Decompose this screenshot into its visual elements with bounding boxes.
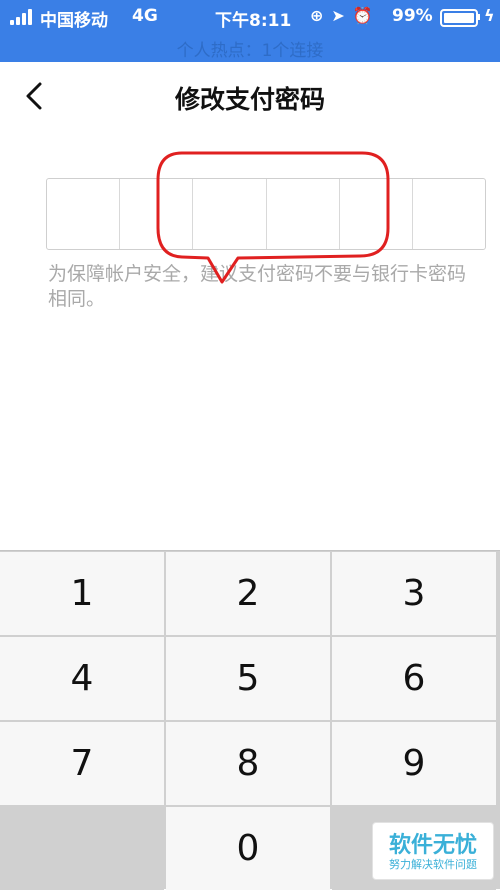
charging-bolt-icon: ϟ	[484, 6, 495, 25]
keypad-key[interactable]: 1	[0, 552, 164, 635]
keypad-key[interactable]: 4	[0, 637, 164, 720]
pin-digit-box[interactable]	[340, 179, 413, 249]
page-title: 修改支付密码	[174, 85, 325, 114]
signal-strength-icon	[10, 9, 34, 25]
status-row: 中国移动 4G 下午8:11 ⊕ ➤ ⏰ 99% ϟ	[0, 0, 500, 34]
network-type: 4G	[132, 6, 158, 26]
keypad-key[interactable]: 9	[332, 722, 496, 805]
pin-digit-box[interactable]	[120, 179, 194, 249]
nav-bar: 修改支付密码	[0, 62, 500, 132]
hotspot-banner[interactable]: 个人热点：1个连接	[0, 36, 500, 61]
pin-digit-box[interactable]	[47, 179, 121, 249]
keypad-blank	[0, 807, 164, 890]
status-bar: 中国移动 4G 下午8:11 ⊕ ➤ ⏰ 99% ϟ 个人热点：1个连接	[0, 0, 500, 62]
keypad-key[interactable]: 2	[166, 552, 330, 635]
pin-digit-box[interactable]	[267, 179, 340, 249]
battery-tip	[478, 14, 480, 20]
pin-digit-box[interactable]	[193, 179, 267, 249]
orientation-lock-icon: ⊕	[310, 6, 324, 25]
keypad-key[interactable]: 0	[166, 807, 330, 890]
status-time: 下午8:11	[215, 11, 292, 31]
watermark-title: 软件无忧	[388, 833, 477, 858]
keypad-key[interactable]: 3	[332, 552, 496, 635]
watermark-subtitle: 努力解决软件问题	[389, 858, 477, 871]
pin-input[interactable]	[46, 178, 486, 250]
password-hint: 为保障帐户安全，建议支付密码不要与银行卡密码相同。	[48, 263, 467, 310]
battery-icon	[440, 9, 478, 27]
keypad-key[interactable]: 7	[0, 722, 164, 805]
keypad-key[interactable]: 8	[166, 722, 330, 805]
keypad-key[interactable]: 6	[332, 637, 496, 720]
watermark-logo: 软件无忧 努力解决软件问题	[372, 822, 494, 880]
location-arrow-icon: ➤	[331, 6, 345, 25]
alarm-icon: ⏰	[352, 6, 373, 25]
carrier-name: 中国移动	[40, 11, 108, 31]
battery-level	[444, 13, 474, 23]
keypad-key[interactable]: 5	[166, 637, 330, 720]
pin-digit-box[interactable]	[413, 179, 485, 249]
battery-percent: 99%	[392, 6, 433, 26]
status-icons: ⊕ ➤ ⏰	[310, 6, 381, 26]
